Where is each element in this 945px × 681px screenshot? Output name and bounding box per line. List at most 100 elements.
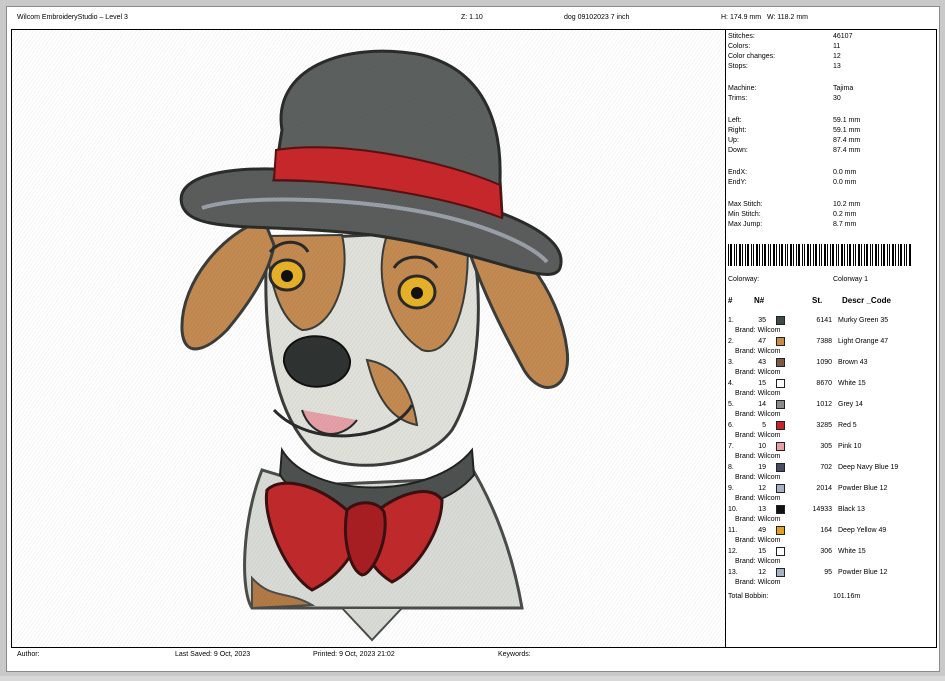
thread-color-swatch <box>776 526 785 535</box>
barcode-bar <box>847 244 848 266</box>
thread-index: 10. <box>728 506 738 513</box>
thread-color-swatch <box>776 505 785 514</box>
thread-color-swatch <box>776 400 785 409</box>
thread-description: Pink 10 <box>838 443 862 450</box>
barcode-bar <box>819 244 820 266</box>
barcode-bar <box>861 244 862 266</box>
design-name: dog 09102023 7 inch <box>564 14 630 21</box>
barcode-bar <box>821 244 822 266</box>
thread-description: White 15 <box>838 380 866 387</box>
thread-index: 11. <box>728 527 738 534</box>
thread-color-swatch <box>776 484 785 493</box>
barcode-bar <box>734 244 735 266</box>
stat-down: Down: 87.4 mm <box>728 147 861 154</box>
thread-description: Brown 43 <box>838 359 868 366</box>
thread-brand: Brand: Wilcom <box>735 348 781 355</box>
barcode-bar <box>730 244 732 266</box>
design-width: W: 118.2 mm <box>767 14 808 21</box>
barcode-bar <box>832 244 834 266</box>
barcode-bar <box>768 244 769 266</box>
barcode-bar <box>745 244 746 266</box>
thread-index: 3. <box>728 359 734 366</box>
thread-description: Powder Blue 12 <box>838 569 888 576</box>
thread-color-swatch <box>776 568 785 577</box>
thread-index: 7. <box>728 443 734 450</box>
dog-embroidery-image <box>12 30 725 647</box>
design-canvas <box>11 29 726 648</box>
barcode-bar <box>770 244 771 266</box>
barcode-bar <box>872 244 873 266</box>
thread-number: 10 <box>758 443 766 450</box>
printed-date: Printed: 9 Oct, 2023 21:02 <box>313 651 395 658</box>
footer-bar: Author: Last Saved: 9 Oct, 2023 Printed:… <box>7 648 939 666</box>
col-header-description: Descr _Code <box>842 296 891 305</box>
thread-color-swatch <box>776 316 785 325</box>
barcode-bar <box>889 244 890 266</box>
thread-stitches: 7388 <box>816 338 832 345</box>
thread-index: 8. <box>728 464 734 471</box>
thread-brand: Brand: Wilcom <box>735 411 781 418</box>
thread-index: 1. <box>728 317 734 324</box>
barcode-bar <box>883 244 885 266</box>
thread-row: 4. 15 8670 White 15 <box>728 379 866 388</box>
thread-color-swatch <box>776 547 785 556</box>
thread-row: 12. 15 306 White 15 <box>728 547 866 556</box>
thread-brand: Brand: Wilcom <box>735 516 781 523</box>
barcode-bar <box>802 244 803 266</box>
thread-number: 15 <box>758 380 766 387</box>
thread-description: Deep Yellow 49 <box>838 527 887 534</box>
stat-min-stitch: Min Stitch: 0.2 mm <box>728 211 857 218</box>
header-bar: Wilcom EmbroideryStudio – Level 3 Z: 1.1… <box>7 7 939 29</box>
barcode-bar <box>824 244 826 266</box>
col-header-stitches: St. <box>812 296 823 305</box>
barcode-bar <box>776 244 777 266</box>
barcode-bar <box>887 244 888 266</box>
barcode-bar <box>870 244 871 266</box>
thread-row: 3. 43 1090 Brown 43 <box>728 358 868 367</box>
barcode-bar <box>759 244 760 266</box>
barcode-bar <box>853 244 854 266</box>
thread-color-swatch <box>776 463 785 472</box>
barcode-bar <box>739 244 741 266</box>
stat-colors: Colors: 11 <box>728 43 841 50</box>
barcode-bar <box>858 244 860 266</box>
barcode-bar <box>855 244 856 266</box>
thread-description: Grey 14 <box>838 401 863 408</box>
print-preview-sheet: Wilcom EmbroideryStudio – Level 3 Z: 1.1… <box>6 6 940 672</box>
barcode <box>728 244 911 266</box>
barcode-bar <box>866 244 868 266</box>
thread-stitches: 164 <box>820 527 832 534</box>
stat-right: Right: 59.1 mm <box>728 127 861 134</box>
barcode-bar <box>804 244 805 266</box>
thread-number: 5 <box>762 422 766 429</box>
thread-description: White 15 <box>838 548 866 555</box>
barcode-bar <box>904 244 905 266</box>
stat-trims: Trims: 30 <box>728 95 841 102</box>
barcode-bar <box>781 244 783 266</box>
barcode-bar <box>810 244 811 266</box>
thread-stitches: 95 <box>824 569 832 576</box>
barcode-bar <box>841 244 843 266</box>
thread-brand: Brand: Wilcom <box>735 474 781 481</box>
thread-index: 5. <box>728 401 734 408</box>
stat-max-stitch: Max Stitch: 10.2 mm <box>728 201 861 208</box>
barcode-bar <box>807 244 809 266</box>
barcode-bar <box>881 244 882 266</box>
barcode-bar <box>787 244 788 266</box>
thread-brand: Brand: Wilcom <box>735 453 781 460</box>
thread-index: 2. <box>728 338 734 345</box>
thread-brand: Brand: Wilcom <box>735 537 781 544</box>
stitch-info-panel: Stitches: 46107 Colors: 11 Color changes: 1… <box>724 29 937 648</box>
thread-color-swatch <box>776 337 785 346</box>
keywords-label: Keywords: <box>498 651 531 658</box>
barcode-bar <box>906 244 907 266</box>
thread-number: 43 <box>758 359 766 366</box>
thread-row: 11. 49 164 Deep Yellow 49 <box>728 526 886 535</box>
barcode-bar <box>756 244 758 266</box>
app-title: Wilcom EmbroideryStudio – Level 3 <box>17 14 128 21</box>
thread-stitches: 1012 <box>816 401 832 408</box>
barcode-bar <box>747 244 749 266</box>
thread-color-swatch <box>776 442 785 451</box>
thread-brand: Brand: Wilcom <box>735 495 781 502</box>
thread-description: Deep Navy Blue 19 <box>838 464 899 471</box>
